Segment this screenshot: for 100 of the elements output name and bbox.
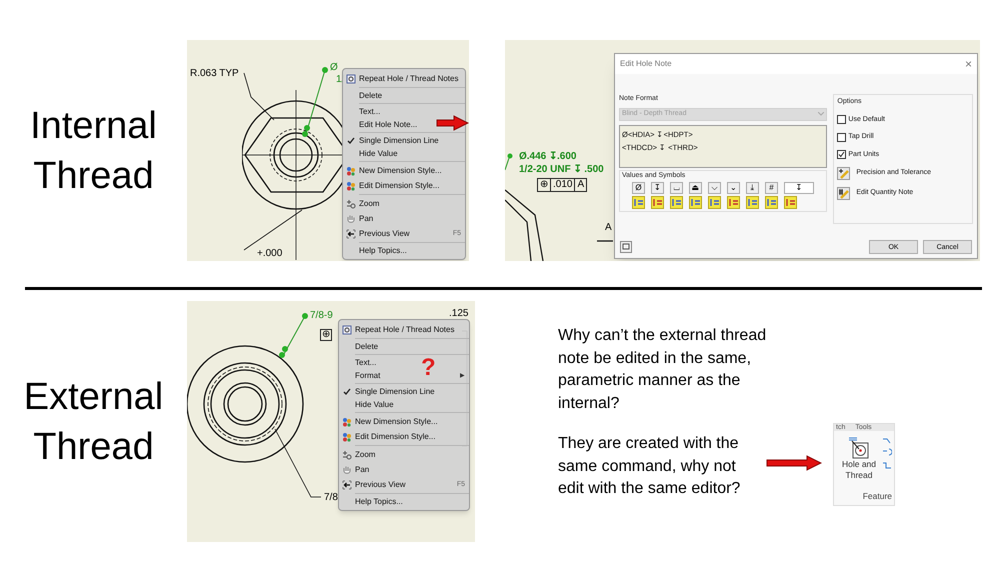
menu-item-label[interactable]: Repeat Hole / Thread Notes — [355, 326, 454, 334]
value-tool-icon[interactable] — [689, 196, 702, 208]
menu-item-label[interactable]: Hide Value — [355, 400, 394, 408]
menu-item[interactable]: Pan — [343, 211, 378, 226]
hand-icon — [346, 214, 356, 224]
menu-item-label[interactable]: Help Topics... — [355, 498, 403, 506]
value-tool-icon[interactable] — [632, 196, 645, 208]
dimension-label: R.063 TYP — [190, 69, 239, 79]
menu-item-label[interactable]: New Dimension Style... — [359, 166, 442, 174]
menu-item-label[interactable]: Single Dimension Line — [355, 388, 435, 396]
symbol-button[interactable]: ⌴ — [670, 182, 683, 194]
frame-value: A — [574, 179, 586, 191]
menu-item[interactable]: Zoom — [343, 196, 384, 211]
menu-item[interactable]: Hide Value — [339, 398, 398, 411]
menu-item[interactable]: New Dimension Style... — [343, 163, 446, 178]
menu-item[interactable]: Text... — [339, 356, 380, 369]
symbol-dropdown[interactable]: ↧ — [784, 182, 814, 194]
menu-item-label[interactable]: Previous View — [355, 480, 449, 488]
menu-item-label[interactable]: Edit Hole Note... — [359, 120, 418, 128]
checkbox[interactable] — [837, 115, 846, 124]
hand-icon — [342, 464, 352, 474]
symbol-button[interactable]: Ø — [632, 182, 645, 194]
symbol-button[interactable]: ↧ — [651, 182, 664, 194]
menu-item[interactable]: Zoom — [339, 447, 380, 462]
symbol-button[interactable]: ⏏ — [689, 182, 702, 194]
menu-item[interactable]: Delete — [343, 89, 386, 102]
value-tool-icon[interactable] — [651, 196, 664, 208]
back-arrow-icon — [346, 228, 356, 238]
symbol-button[interactable]: ⤓ — [746, 182, 759, 194]
style-icon — [342, 432, 352, 442]
menu-item[interactable]: Edit Dimension Style... — [343, 178, 444, 193]
menu-item-label[interactable]: Previous View — [359, 230, 445, 238]
checkbox[interactable] — [837, 150, 846, 160]
dimension-label: Ø — [330, 63, 338, 73]
menu-item[interactable]: Help Topics... — [339, 495, 407, 508]
row-label: External Thread — [22, 374, 164, 470]
menu-item[interactable]: Delete — [339, 340, 382, 353]
menu-item[interactable]: Edit Dimension Style... — [339, 429, 440, 444]
menu-item-label[interactable]: Help Topics... — [359, 246, 407, 254]
help-icon[interactable] — [620, 241, 632, 253]
style-icon — [342, 416, 352, 426]
pencil-icon — [837, 187, 850, 200]
menu-item-label[interactable]: Single Dimension Line — [359, 136, 439, 144]
symbol-button[interactable]: ⌄ — [727, 182, 740, 194]
leader-line — [505, 154, 512, 170]
tool-icons[interactable] — [882, 437, 892, 471]
menu-item-label[interactable]: Hide Value — [359, 150, 398, 158]
tolerance-frame: ⊕ — [320, 329, 332, 341]
menu-item-label[interactable]: Pan — [359, 214, 374, 222]
leader-line — [279, 313, 308, 358]
thread-note: Ø.446 ↧.600 — [519, 150, 578, 163]
datum-label: A — [605, 223, 612, 233]
row-label: Internal Thread — [29, 104, 158, 198]
menu-item[interactable]: Pan — [339, 462, 374, 477]
menu-item[interactable]: Repeat Hole / Thread Notes — [343, 71, 462, 86]
note-icon — [342, 324, 352, 334]
value-tool-icon[interactable] — [765, 196, 778, 208]
menu-item[interactable]: Repeat Hole / Thread Notes — [339, 322, 458, 337]
menu-item-label[interactable]: Text... — [359, 108, 380, 116]
value-tool-icon[interactable] — [746, 196, 759, 208]
zoom-icon — [342, 450, 352, 460]
note-icon — [346, 74, 356, 84]
zoom-icon — [346, 198, 356, 208]
menu-item-label[interactable]: Delete — [359, 92, 382, 100]
menu-item[interactable]: Help Topics... — [343, 244, 411, 257]
menu-item-label[interactable]: Repeat Hole / Thread Notes — [359, 74, 458, 82]
close-button[interactable]: × — [964, 58, 972, 70]
caret-icon — [818, 112, 824, 116]
symbol-button[interactable]: # — [765, 182, 778, 194]
arrow-icon — [436, 115, 469, 131]
menu-item-label[interactable]: Pan — [355, 466, 370, 474]
value-tool-icon[interactable] — [727, 196, 740, 208]
menu-item-label[interactable]: Delete — [355, 342, 378, 350]
value-tool-icon[interactable] — [670, 196, 683, 208]
menu-item-label[interactable]: New Dimension Style... — [355, 418, 438, 426]
menu-item[interactable]: Edit Hole Note... — [343, 118, 422, 131]
menu-item-label[interactable]: Text... — [355, 358, 376, 366]
dimension-label: .125 — [449, 309, 468, 319]
symbol-button[interactable]: ⌵ — [708, 182, 721, 194]
menu-item-label[interactable]: Zoom — [359, 200, 380, 208]
checkbox[interactable] — [837, 132, 846, 142]
frame-value: .010 — [550, 179, 574, 191]
menu-item-label[interactable]: Edit Dimension Style... — [355, 432, 436, 440]
pencil-icon — [837, 167, 850, 180]
check-icon — [838, 151, 846, 158]
arrow-icon — [766, 455, 822, 471]
menu-item[interactable]: Single Dimension Line — [343, 134, 443, 147]
value-tool-icon[interactable] — [708, 196, 721, 208]
value-tool-icon[interactable] — [784, 196, 797, 208]
menu-item-label[interactable]: Edit Dimension Style... — [359, 182, 440, 190]
hole-icon — [848, 437, 870, 459]
menu-item[interactable]: Text... — [343, 105, 384, 118]
ribbon-button-label[interactable]: Hole and Thread — [838, 459, 880, 481]
menu-item[interactable]: Single Dimension Line — [339, 385, 439, 398]
menu-item[interactable]: Hide Value — [343, 147, 402, 160]
menu-item[interactable]: New Dimension Style... — [339, 414, 442, 429]
menu-item-label[interactable]: Zoom — [355, 450, 376, 458]
question-mark: ? — [421, 356, 436, 380]
style-icon — [346, 166, 356, 176]
ribbon-button[interactable]: Hole and Thread — [838, 437, 880, 481]
